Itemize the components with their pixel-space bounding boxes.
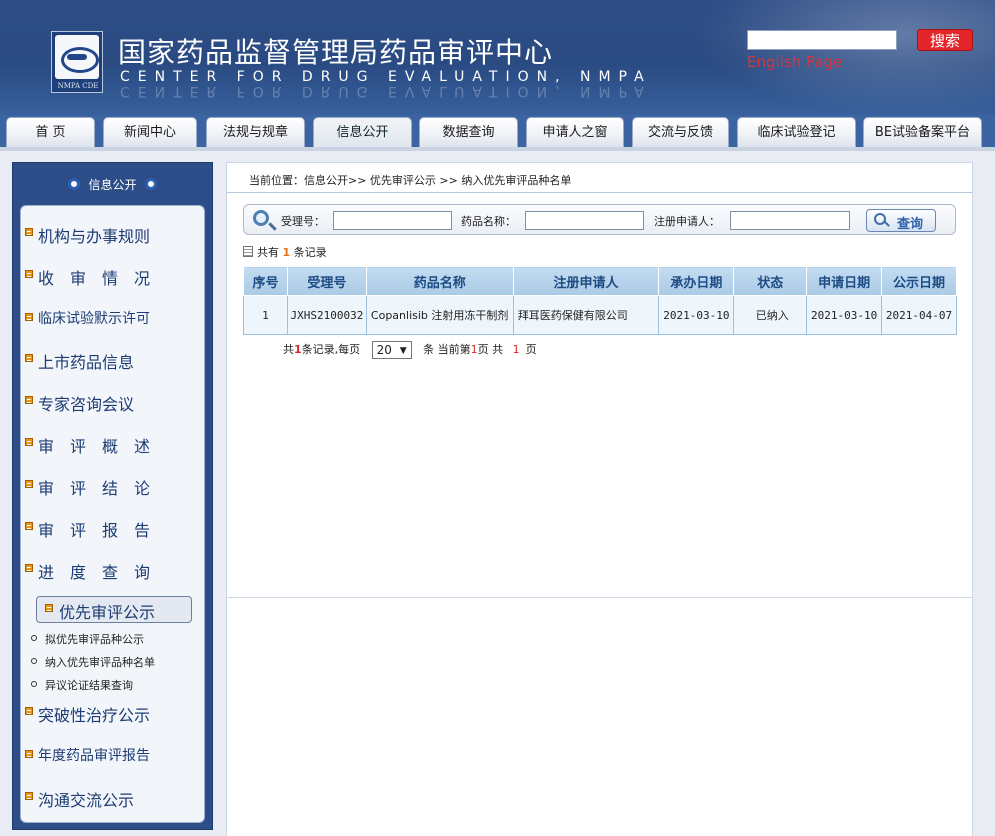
site-header: NMPA CDE 国家药品监督管理局药品审评中心 CENTER FOR DRUG… [0,0,995,115]
rss-icon [45,604,53,612]
sidebar-item-review-overview[interactable]: 审 评 概 述 [21,430,204,458]
rss-icon [25,480,33,488]
rss-icon [25,564,33,572]
rss-icon [25,750,33,758]
header-decoration [695,0,995,115]
english-page-link[interactable]: English Page [747,53,842,71]
sidebar-subitem-proposed-priority[interactable]: 拟优先审评品种公示 [31,631,144,647]
sidebar-item-organization[interactable]: 机构与办事规则 [21,220,204,248]
cde-logo[interactable]: NMPA CDE [51,31,103,93]
rss-icon [25,522,33,530]
cell-status: 已纳入 [733,295,808,335]
sidebar-item-review-conclusions[interactable]: 审 评 结 论 [21,472,204,500]
sidebar-subitem-included-priority-list[interactable]: 纳入优先审评品种名单 [31,654,155,670]
cell-application-date: 2021-03-10 [806,295,883,335]
rss-icon [25,270,33,278]
sidebar-menu: 机构与办事规则 收 审 情 况 临床试验默示许可 上市药品信息 专家咨询会议 审… [20,205,205,823]
sidebar-item-breakthrough-therapy[interactable]: 突破性治疗公示 [21,699,204,727]
rss-icon [25,438,33,446]
accept-no-input[interactable] [333,211,452,230]
rss-icon [25,354,33,362]
site-title-reflection: CENTER FOR DRUG EVALUATION, NMPA [120,83,652,99]
site-title-cn: 国家药品监督管理局药品审评中心 [118,36,554,69]
logo-emblem-icon [55,35,99,79]
tab-clinical-trial-registry[interactable]: 临床试验登记 [737,117,856,147]
priority-review-table: 序号 受理号 药品名称 注册申请人 承办日期 状态 申请日期 公示日期 1 JX… [243,266,957,335]
sidebar-item-annual-report[interactable]: 年度药品审评报告 [21,742,204,770]
cell-index: 1 [243,295,288,335]
cell-publication-date: 2021-04-07 [881,295,957,335]
applicant-label: 注册申请人： [654,215,720,228]
drug-name-label: 药品名称： [461,215,516,228]
breadcrumb: 当前位置：信息公开>> 优先审评公示 >> 纳入优先审评品种名单 [249,174,572,187]
sidebar-item-intake[interactable]: 收 审 情 况 [21,262,204,290]
col-application-date: 申请日期 [806,266,883,296]
cell-drug-name: Copanlisib 注射用冻干制剂 [365,295,514,335]
col-index: 序号 [243,266,288,296]
search-icon [253,210,269,226]
col-accept-no: 受理号 [286,266,367,296]
rss-icon [25,792,33,800]
col-drug-name: 药品名称 [365,266,514,296]
content-lower-area [226,598,973,836]
site-search-input[interactable] [747,30,897,50]
sidebar-item-clinical-implied-approval[interactable]: 临床试验默示许可 [21,305,204,333]
rss-icon [25,707,33,715]
record-search-bar: 受理号： 药品名称： 注册申请人： 查询 [243,204,956,235]
col-status: 状态 [733,266,808,296]
pagination: 共1条记录,每页 20 ▼ 条 当前第1页 共 1页 [283,341,537,359]
rss-icon [25,313,33,321]
sidebar-heading-label: 信息公开 [88,178,137,192]
sidebar-item-priority-review[interactable]: 优先审评公示 [36,596,192,623]
record-count: 共有 1 条记录 [243,244,327,260]
tab-applicant-window[interactable]: 申请人之窗 [526,117,624,147]
sidebar-item-expert-meetings[interactable]: 专家咨询会议 [21,388,204,416]
main-nav: 首 页 新闻中心 法规与规章 信息公开 数据查询 申请人之窗 交流与反馈 临床试… [0,115,995,147]
sidebar-item-review-reports[interactable]: 审 评 报 告 [21,514,204,542]
sidebar-subitem-objection-results[interactable]: 异议论证结果查询 [31,677,133,693]
tab-data-query[interactable]: 数据查询 [419,117,518,147]
tab-be-filing[interactable]: BE试验备案平台 [863,117,982,147]
logo-caption: NMPA CDE [57,82,99,90]
sidebar-item-progress-query[interactable]: 进 度 查 询 [21,556,204,584]
cell-applicant: 拜耳医药保健有限公司 [512,295,660,335]
col-applicant: 注册申请人 [512,266,660,296]
content-panel: 当前位置：信息公开>> 优先审评公示 >> 纳入优先审评品种名单 受理号： 药品… [226,162,973,598]
query-button[interactable]: 查询 [866,209,936,232]
tab-news[interactable]: 新闻中心 [103,117,197,147]
dropdown-arrow-icon: ▼ [399,346,407,356]
page-size-select[interactable]: 20 ▼ [371,341,412,359]
site-search-button[interactable]: 搜索 [917,29,973,51]
tab-feedback[interactable]: 交流与反馈 [632,117,729,147]
col-publication-date: 公示日期 [881,266,957,296]
magnifier-icon [874,213,886,225]
cell-handling-date: 2021-03-10 [658,295,735,335]
sidebar: 信息公开 机构与办事规则 收 审 情 况 临床试验默示许可 上市药品信息 专家咨… [12,162,213,830]
tab-regulations[interactable]: 法规与规章 [206,117,305,147]
cell-accept-no: JXHS2100032 [286,295,367,335]
bullet-icon [68,178,81,190]
col-handling-date: 承办日期 [658,266,735,296]
rss-icon [25,228,33,236]
rss-icon [25,396,33,404]
drug-name-input[interactable] [525,211,644,230]
sidebar-item-communication[interactable]: 沟通交流公示 [21,784,204,812]
sidebar-item-marketed-drugs[interactable]: 上市药品信息 [21,346,204,374]
accept-no-label: 受理号： [281,215,325,228]
sidebar-heading: 信息公开 [13,163,212,203]
divider [227,192,972,193]
bullet-icon [144,178,157,190]
tab-home[interactable]: 首 页 [6,117,95,147]
table-row[interactable]: 1 JXHS2100032 Copanlisib 注射用冻干制剂 拜耳医药保健有… [243,295,957,335]
tab-info-disclosure[interactable]: 信息公开 [313,117,412,147]
applicant-input[interactable] [730,211,850,230]
document-icon [243,246,253,257]
nav-shadow [0,147,995,151]
table-header-row: 序号 受理号 药品名称 注册申请人 承办日期 状态 申请日期 公示日期 [243,266,957,296]
